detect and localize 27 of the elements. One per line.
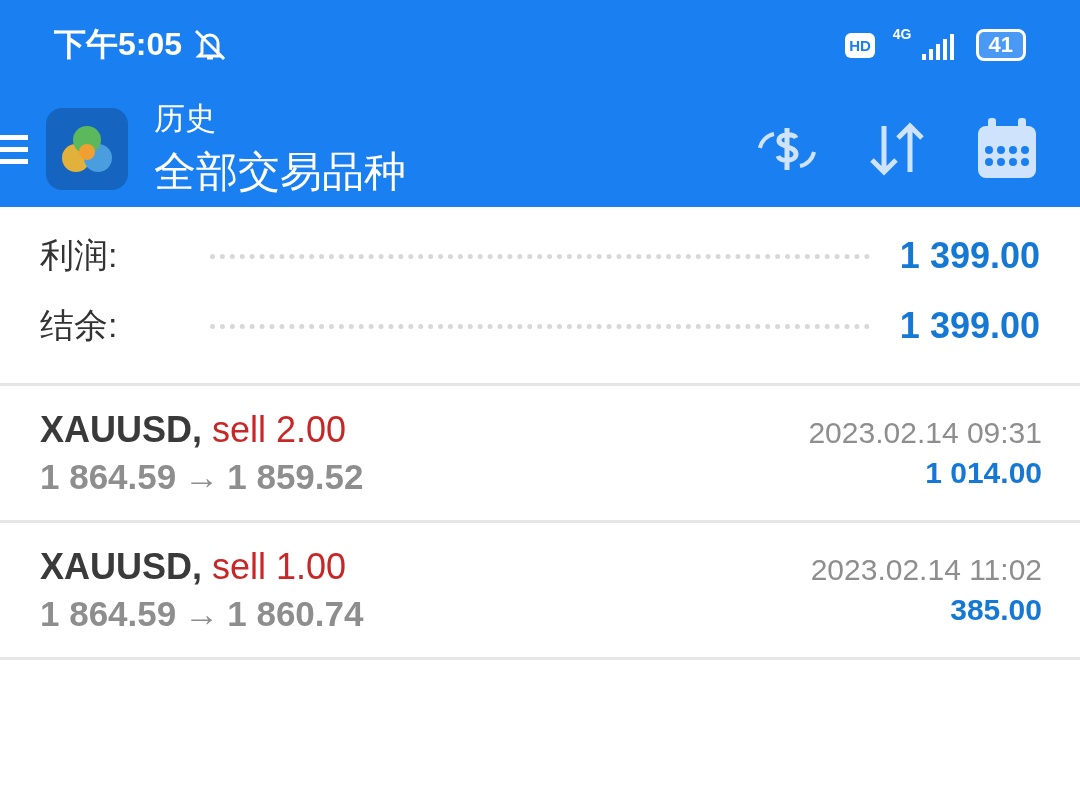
deal-row[interactable]: XAUUSD, sell 2.00 1 864.59 → 1 859.52 2023.02.14 09:31 1 014.00 [0, 386, 1080, 523]
status-time: 下午5:05 [54, 25, 183, 64]
page-title: 历史 [154, 99, 217, 138]
deal-profit: 385.00 [950, 593, 1042, 627]
close-price: 1 859.52 [227, 457, 364, 497]
summary-label: 利润: [40, 235, 119, 276]
price-arrow: → [184, 457, 220, 497]
deal-symbol: XAUUSD, [40, 546, 203, 588]
symbol-filter-title[interactable]: 全部交易品种 [154, 143, 406, 200]
deal-row[interactable]: XAUUSD, sell 1.00 1 864.59 → 1 860.74 2023.02.14 11:02 385.00 [0, 523, 1080, 660]
deal-time: 2023.02.14 11:02 [810, 553, 1042, 587]
deal-order: sell 1.00 [212, 546, 347, 588]
deal-time: 2023.02.14 09:31 [808, 416, 1042, 450]
app-logo-icon [46, 107, 128, 190]
price-arrow: → [184, 594, 220, 634]
summary-value: 1 399.00 [899, 305, 1040, 347]
open-price: 1 864.59 [40, 594, 177, 634]
battery-indicator: 41 [975, 29, 1026, 61]
summary-label: 结余: [40, 305, 119, 346]
deal-symbol: XAUUSD, [40, 409, 203, 451]
summary-value: 1 399.00 [899, 235, 1040, 277]
close-price: 1 860.74 [227, 594, 364, 634]
open-price: 1 864.59 [40, 457, 177, 497]
deal-profit: 1 014.00 [925, 456, 1042, 490]
hd-badge: HD [845, 32, 875, 58]
deal-order: sell 2.00 [212, 409, 347, 451]
network-label: 4G [892, 26, 912, 42]
